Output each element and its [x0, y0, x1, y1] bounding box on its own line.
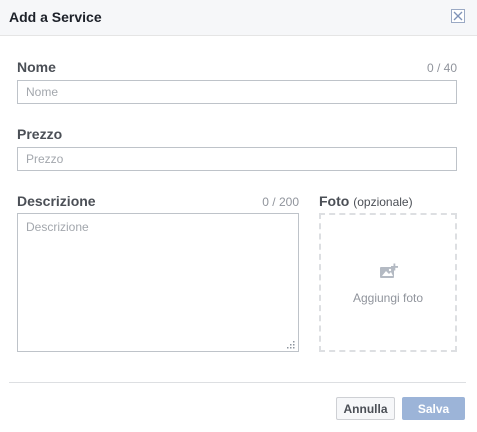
name-input[interactable]: [17, 80, 457, 104]
close-icon: [453, 11, 463, 21]
save-button[interactable]: Salva: [402, 397, 465, 420]
photo-optional-label: (opzionale): [353, 195, 413, 209]
description-char-counter: 0 / 200: [262, 195, 299, 209]
add-photo-dropzone[interactable]: Aggiungi foto: [319, 213, 457, 352]
add-photo-icon: [380, 263, 398, 278]
photo-label-group: Foto (opzionale): [319, 193, 413, 209]
close-button[interactable]: [451, 9, 465, 23]
resize-grip-icon[interactable]: [286, 340, 296, 350]
dialog-title: Add a Service: [9, 9, 102, 25]
price-label: Prezzo: [17, 126, 63, 142]
price-input[interactable]: [17, 147, 457, 171]
photo-label: Foto: [319, 193, 350, 209]
add-photo-label: Aggiungi foto: [352, 291, 424, 305]
name-char-counter: 0 / 40: [426, 61, 457, 75]
name-label: Nome: [17, 59, 56, 75]
description-textarea[interactable]: [17, 213, 299, 352]
description-label: Descrizione: [17, 193, 96, 209]
dialog-header: Add a Service: [0, 0, 477, 36]
cancel-button[interactable]: Annulla: [336, 397, 395, 420]
footer-divider: [9, 382, 466, 383]
